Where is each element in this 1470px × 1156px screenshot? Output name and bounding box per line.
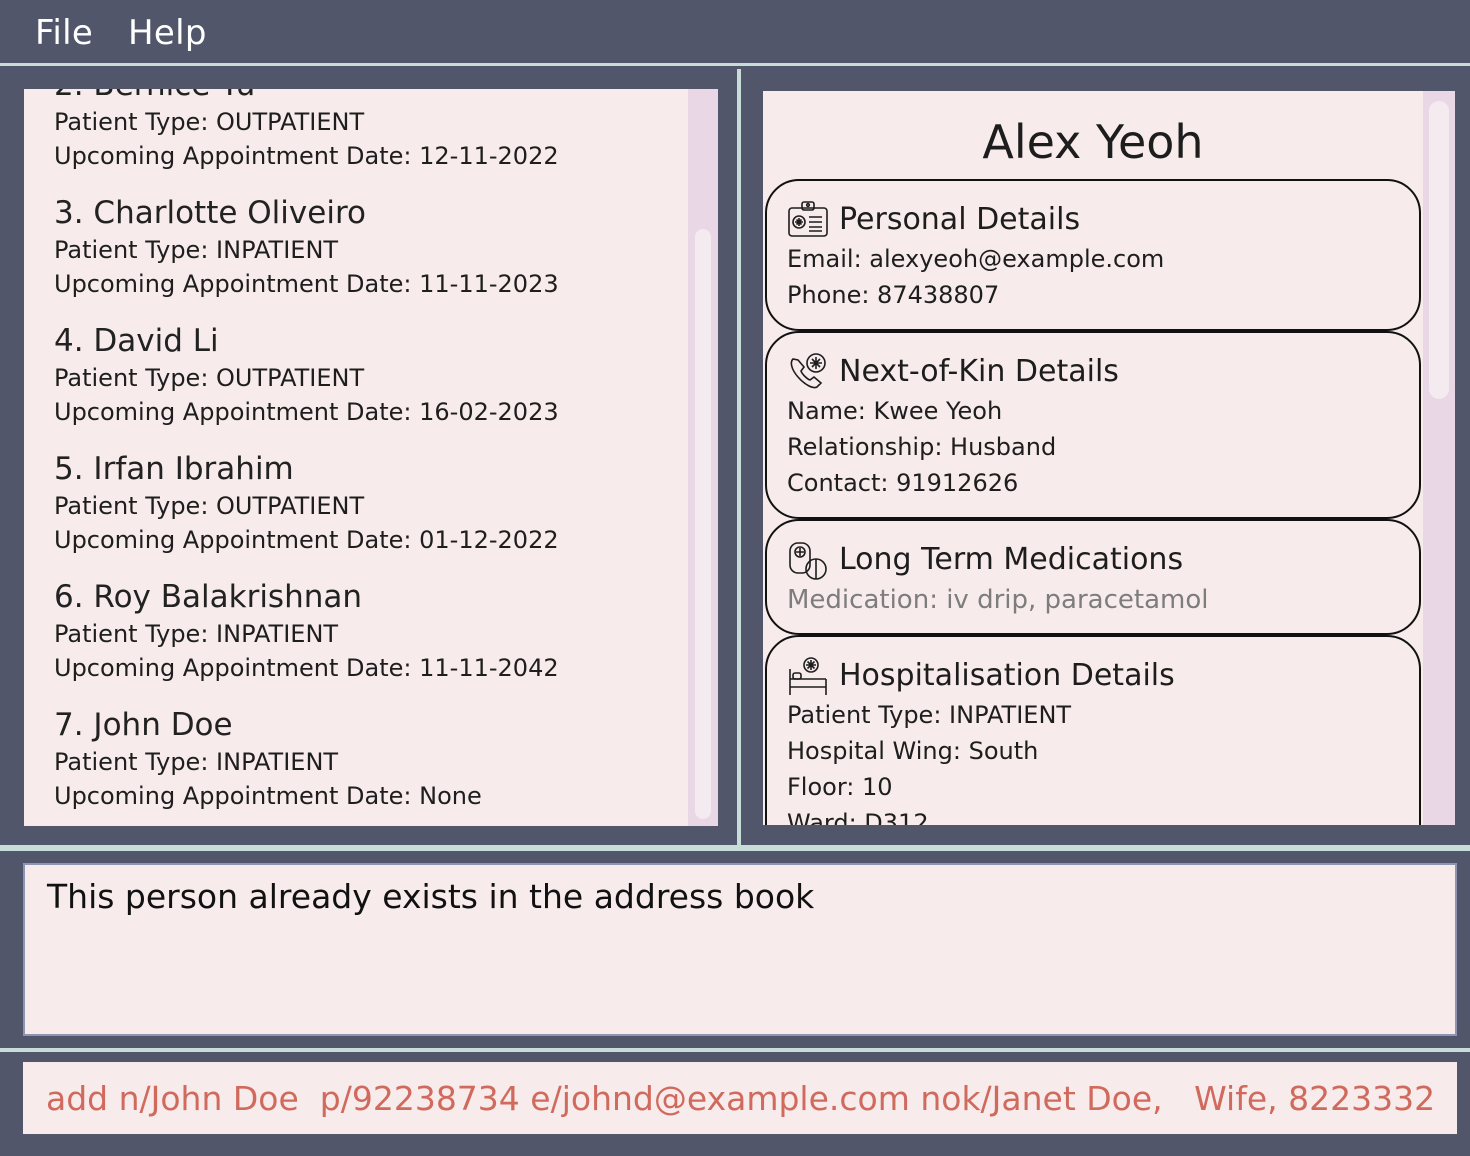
patient-list-scrollbar[interactable]	[688, 89, 718, 826]
patient-type: Patient Type: OUTPATIENT	[54, 492, 365, 520]
personal-phone: Phone: 87438807	[787, 281, 1000, 309]
result-display[interactable]: This person already exists in the addres…	[23, 863, 1457, 1036]
patient-name: 4. David Li	[54, 323, 219, 359]
next-of-kin-relationship: Relationship: Husband	[787, 433, 1057, 461]
result-pane: This person already exists in the addres…	[0, 851, 1470, 1048]
patient-name: 7. John Doe	[54, 707, 233, 743]
next-of-kin-title: Next-of-Kin Details	[839, 354, 1119, 389]
personal-details-title: Personal Details	[839, 202, 1081, 237]
command-input[interactable]	[23, 1062, 1437, 1134]
patient-type: Patient Type: INPATIENT	[54, 748, 339, 776]
detail-patient-name: Alex Yeoh	[982, 115, 1204, 169]
patient-detail: Alex Yeoh Personal Details Email: alexye…	[763, 91, 1455, 825]
id-card-icon	[787, 199, 829, 241]
phone-medical-icon	[787, 351, 829, 393]
patient-list-pane: 2. Bernice Yu Patient Type: OUTPATIENT Upc…	[4, 69, 737, 845]
patient-name: 3. Charlotte Oliveiro	[54, 195, 366, 231]
patient-type: Patient Type: OUTPATIENT	[54, 108, 365, 136]
patient-card[interactable]: 5. Irfan Ibrahim Patient Type: OUTPATIENT…	[24, 441, 686, 569]
patient-appointment: Upcoming Appointment Date: 12-11-2022	[54, 142, 559, 170]
hospitalisation-ward: Ward: D312	[787, 809, 929, 825]
patient-name: 6. Roy Balakrishnan	[54, 579, 363, 615]
hospital-bed-icon	[787, 655, 829, 697]
patient-name: 2. Bernice Yu	[54, 89, 686, 105]
patient-list[interactable]: 2. Bernice Yu Patient Type: OUTPATIENT Upc…	[24, 89, 718, 826]
app-window: File Help 2. Bernice Yu Patient Type: OUT…	[0, 0, 1470, 1156]
personal-email: Email: alexyeoh@example.com	[787, 245, 1165, 273]
menu-file[interactable]: File	[35, 13, 93, 53]
medications-card: Long Term Medications Medication: iv dri…	[765, 519, 1421, 635]
menu-help[interactable]: Help	[128, 13, 207, 53]
pills-icon	[787, 539, 829, 581]
result-message: This person already exists in the addres…	[47, 877, 815, 916]
hospitalisation-card: Hospitalisation Details Patient Type: IN…	[765, 635, 1421, 825]
hospitalisation-floor: Floor: 10	[787, 773, 893, 801]
next-of-kin-name: Name: Kwee Yeoh	[787, 397, 1003, 425]
patient-card[interactable]: 7. John Doe Patient Type: INPATIENT Upcomi…	[24, 697, 686, 825]
medications-list: Medication: iv drip, paracetamol	[787, 585, 1209, 615]
patient-appointment: Upcoming Appointment Date: 01-12-2022	[54, 526, 559, 554]
hospitalisation-wing: Hospital Wing: South	[787, 737, 1039, 765]
patient-type: Patient Type: OUTPATIENT	[54, 364, 365, 392]
patient-card[interactable]: 6. Roy Balakrishnan Patient Type: INPATIE…	[24, 569, 686, 697]
patient-appointment: Upcoming Appointment Date: 11-11-2042	[54, 654, 559, 682]
patient-type: Patient Type: INPATIENT	[54, 236, 339, 264]
command-box	[23, 1062, 1457, 1134]
detail-scroll-thumb[interactable]	[1429, 101, 1449, 399]
next-of-kin-contact: Contact: 91912626	[787, 469, 1019, 497]
patient-list-scroll-thumb[interactable]	[695, 229, 711, 819]
patient-appointment: Upcoming Appointment Date: 11-11-2023	[54, 270, 559, 298]
patient-type: Patient Type: INPATIENT	[54, 620, 339, 648]
medications-title: Long Term Medications	[839, 542, 1184, 577]
patient-card[interactable]: 4. David Li Patient Type: OUTPATIENT Upcom…	[24, 313, 686, 441]
patient-list-content: 2. Bernice Yu Patient Type: OUTPATIENT Upc…	[24, 89, 686, 825]
command-pane	[0, 1052, 1470, 1156]
detail-scrollbar[interactable]	[1423, 91, 1455, 825]
patient-card[interactable]: 2. Bernice Yu Patient Type: OUTPATIENT Upc…	[24, 89, 686, 185]
hospitalisation-title: Hospitalisation Details	[839, 658, 1175, 693]
next-of-kin-card: Next-of-Kin Details Name: Kwee Yeoh Rela…	[765, 331, 1421, 519]
patient-appointment: Upcoming Appointment Date: 16-02-2023	[54, 398, 559, 426]
patient-card[interactable]: 3. Charlotte Oliveiro Patient Type: INPAT…	[24, 185, 686, 313]
menu-bar: File Help	[0, 0, 1470, 66]
patient-appointment: Upcoming Appointment Date: None	[54, 782, 482, 810]
hospitalisation-patient-type: Patient Type: INPATIENT	[787, 701, 1072, 729]
personal-details-card: Personal Details Email: alexyeoh@example…	[765, 179, 1421, 331]
patient-name: 5. Irfan Ibrahim	[54, 451, 294, 487]
patient-detail-pane: Alex Yeoh Personal Details Email: alexye…	[741, 69, 1470, 845]
